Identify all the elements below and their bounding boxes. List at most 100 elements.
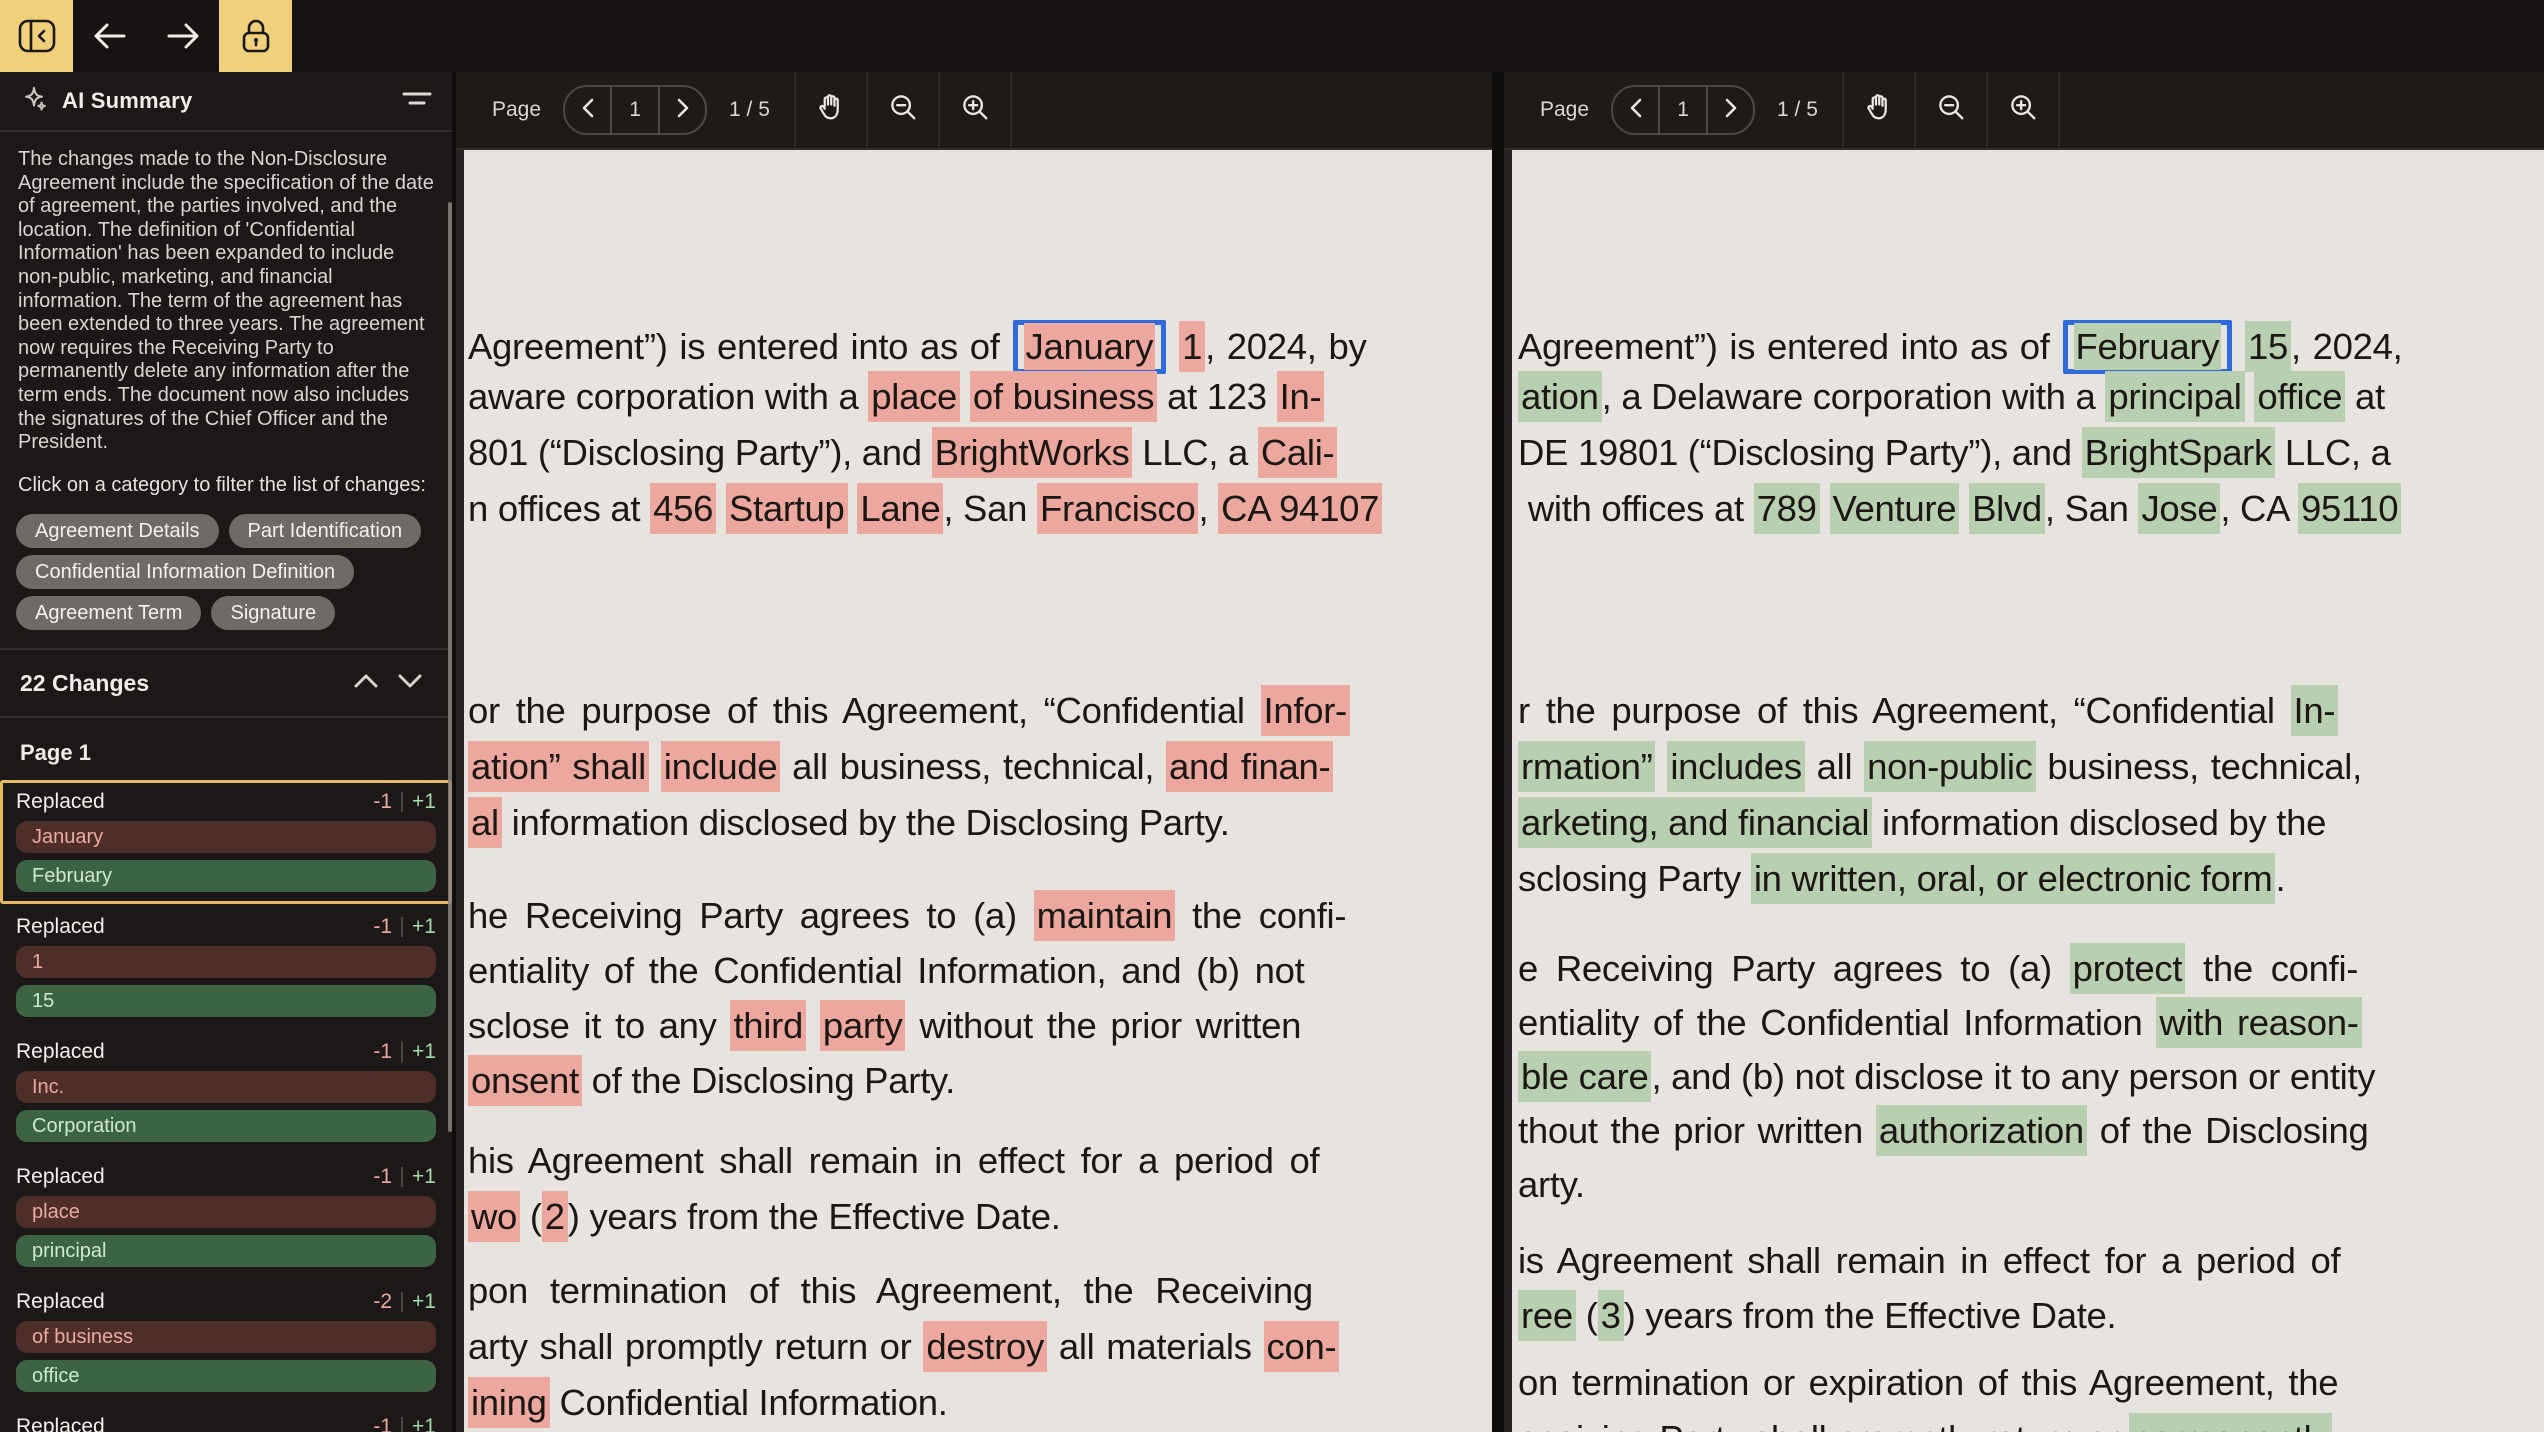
doc-line: DE 19801 (“Disclosing Party”), and Brigh… <box>1518 427 2391 478</box>
page-number-input[interactable]: 1 <box>610 87 661 133</box>
added-highlight[interactable]: Jose <box>2138 483 2221 534</box>
removed-highlight[interactable]: destroy <box>923 1321 1047 1372</box>
removed-highlight[interactable]: January <box>1023 323 1156 370</box>
change-card[interactable]: Replaced -2 +1 of business office <box>0 1280 452 1404</box>
change-card[interactable]: Replaced -1 +1 January February <box>0 780 452 904</box>
added-highlight[interactable]: Blvd <box>1969 483 2045 534</box>
category-chip[interactable]: Agreement Term <box>16 596 202 630</box>
forward-button[interactable] <box>146 0 219 72</box>
added-highlight[interactable]: in written, oral, or electronic form <box>1750 853 2276 904</box>
next-page-button[interactable] <box>660 87 705 133</box>
change-card[interactable]: Replaced -1 +1 1 15 <box>0 905 452 1029</box>
zoom-in-button[interactable] <box>1985 72 2060 146</box>
added-highlight[interactable]: rmation” <box>1518 741 1656 792</box>
selected-change-box[interactable]: January <box>1012 320 1167 374</box>
removed-highlight[interactable]: Lane <box>857 483 944 534</box>
added-highlight[interactable]: 3 <box>1597 1290 1624 1341</box>
category-chips: Agreement Details Part Identification Conf… <box>16 514 436 630</box>
removed-highlight[interactable]: 2 <box>541 1191 568 1242</box>
removed-highlight[interactable]: Francisco <box>1036 483 1199 534</box>
change-card[interactable]: Replaced -1 +1 place principal <box>0 1155 452 1279</box>
sparkle-icon <box>20 85 48 118</box>
added-count-badge: +1 <box>412 1040 436 1063</box>
prev-page-button[interactable] <box>1613 87 1658 133</box>
doc-line: ining Confidential Information. <box>468 1377 948 1428</box>
added-highlight[interactable]: authorization <box>1875 1105 2087 1156</box>
zoom-in-button[interactable] <box>937 72 1012 146</box>
removed-highlight[interactable]: of business <box>969 371 1158 422</box>
modified-document-pane: Page 1 1 / 5 Agreement”) is entered into… <box>1504 72 2544 1432</box>
removed-highlight[interactable]: maintain <box>1033 890 1176 941</box>
added-count-badge: +1 <box>412 1415 436 1432</box>
removed-highlight[interactable]: include <box>660 741 781 792</box>
added-highlight[interactable]: with reason- <box>2156 997 2362 1048</box>
original-document-pane: Page 1 1 / 5 Agreement”) is entered into… <box>456 72 1492 1432</box>
toggle-sidebar-button[interactable] <box>0 0 73 72</box>
removed-highlight[interactable]: place <box>868 371 961 422</box>
category-chip[interactable]: Agreement Details <box>16 514 219 548</box>
expand-all-button[interactable] <box>388 661 432 705</box>
category-chip[interactable]: Signature <box>211 596 336 630</box>
added-highlight[interactable]: 95110 <box>2298 483 2402 534</box>
removed-highlight[interactable]: Startup <box>725 483 848 534</box>
prev-page-button[interactable] <box>565 87 610 133</box>
removed-highlight[interactable]: 1 <box>1179 321 1206 372</box>
change-type-label: Replaced <box>16 1165 105 1188</box>
removed-highlight[interactable]: con- <box>1263 1321 1340 1372</box>
added-highlight[interactable]: ree <box>1518 1290 1576 1341</box>
removed-highlight[interactable]: BrightWorks <box>931 427 1133 478</box>
filter-icon[interactable] <box>402 87 432 116</box>
doc-line: ation” shall include all business, techn… <box>468 741 1334 792</box>
pan-tool-button[interactable] <box>793 72 866 146</box>
added-highlight[interactable]: permanently <box>2128 1413 2333 1432</box>
category-chip[interactable]: Part Identification <box>228 514 422 548</box>
added-highlight[interactable]: In- <box>2290 685 2339 736</box>
pan-tool-button[interactable] <box>1841 72 1914 146</box>
added-highlight[interactable]: 789 <box>1753 483 1820 534</box>
removed-highlight[interactable]: wo <box>468 1191 521 1242</box>
selected-change-box[interactable]: February <box>2062 320 2233 374</box>
removed-highlight[interactable]: al <box>468 797 502 848</box>
doc-line: arty. <box>1518 1164 1585 1206</box>
doc-text <box>2245 376 2255 417</box>
added-highlight[interactable]: ation <box>1518 371 1602 422</box>
page-fraction: 1 / 5 <box>1777 98 1818 121</box>
added-highlight[interactable]: 15 <box>2245 321 2291 372</box>
change-card[interactable]: Replaced -1 +1 <box>0 1405 452 1432</box>
removed-highlight[interactable]: ining <box>468 1377 550 1428</box>
removed-highlight[interactable]: Infor- <box>1260 685 1350 736</box>
added-highlight[interactable]: non-public <box>1864 741 2036 792</box>
added-highlight[interactable]: principal <box>2105 371 2245 422</box>
removed-highlight[interactable]: 456 <box>650 483 717 534</box>
removed-highlight[interactable]: and finan- <box>1166 741 1334 792</box>
next-page-button[interactable] <box>1708 87 1753 133</box>
removed-highlight[interactable]: party <box>819 1000 906 1051</box>
added-highlight[interactable]: protect <box>2069 943 2186 994</box>
lock-button[interactable] <box>219 0 292 72</box>
added-highlight[interactable]: Venture <box>1829 483 1960 534</box>
badge-divider <box>401 1042 404 1062</box>
added-highlight[interactable]: arketing, and financial <box>1518 797 1873 848</box>
zoom-out-button[interactable] <box>1913 72 1986 146</box>
added-highlight[interactable]: ble care <box>1518 1051 1652 1102</box>
category-chip[interactable]: Confidential Information Definition <box>16 555 355 589</box>
sidebar-scrollbar[interactable] <box>448 202 452 1132</box>
added-highlight[interactable]: includes <box>1667 741 1805 792</box>
removed-highlight[interactable]: In- <box>1276 371 1325 422</box>
removed-highlight[interactable]: onsent <box>468 1055 582 1106</box>
badge-divider <box>401 1417 404 1432</box>
removed-highlight[interactable]: ation” shall <box>468 741 649 792</box>
collapse-all-button[interactable] <box>344 661 388 705</box>
page-number-input[interactable]: 1 <box>1658 87 1709 133</box>
change-card[interactable]: Replaced -1 +1 Inc. Corporation <box>0 1030 452 1154</box>
doc-text: of the Disclosing Party. <box>581 1060 956 1101</box>
added-highlight[interactable]: office <box>2254 371 2346 422</box>
added-highlight[interactable]: BrightSpark <box>2081 427 2275 478</box>
back-button[interactable] <box>73 0 146 72</box>
removed-highlight[interactable]: third <box>730 1000 806 1051</box>
change-badges: -1 +1 <box>373 1040 436 1064</box>
added-highlight[interactable]: February <box>2073 323 2222 370</box>
removed-highlight[interactable]: CA 94107 <box>1218 483 1383 534</box>
removed-highlight[interactable]: Cali- <box>1257 427 1338 478</box>
zoom-out-button[interactable] <box>865 72 938 146</box>
